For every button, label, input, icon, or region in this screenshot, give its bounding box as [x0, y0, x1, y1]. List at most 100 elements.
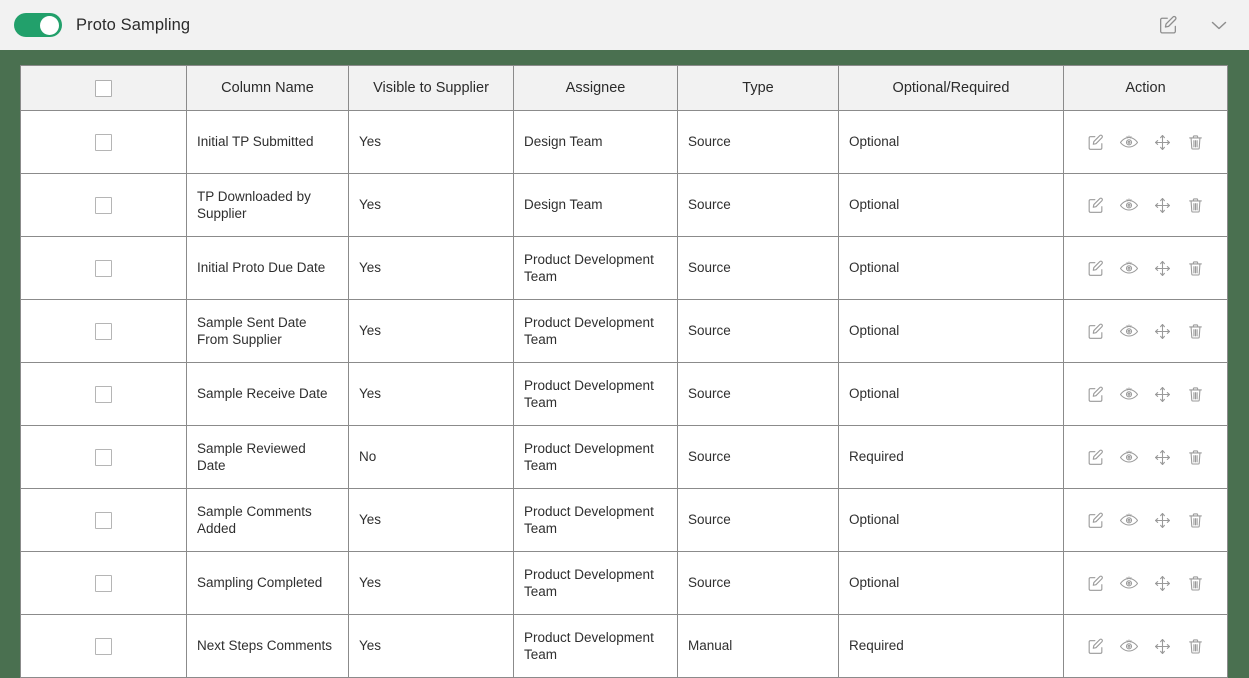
header-column-name[interactable]: Column Name — [186, 65, 349, 111]
eye-icon[interactable] — [1119, 258, 1139, 278]
table-row: Sample Reviewed Date No Product Developm… — [20, 425, 1228, 489]
cell-visible-to-supplier: Yes — [348, 362, 514, 426]
trash-icon[interactable] — [1186, 637, 1205, 656]
cell-type: Source — [677, 362, 839, 426]
table-row: Initial Proto Due Date Yes Product Devel… — [20, 236, 1228, 300]
cell-action — [1063, 488, 1228, 552]
row-select-cell — [20, 362, 187, 426]
eye-icon[interactable] — [1119, 510, 1139, 530]
trash-icon[interactable] — [1186, 511, 1205, 530]
move-icon[interactable] — [1153, 448, 1172, 467]
row-action-group — [1074, 258, 1217, 278]
edit-icon[interactable] — [1086, 448, 1105, 467]
chevron-down-icon[interactable] — [1207, 13, 1231, 37]
top-bar: Proto Sampling — [0, 0, 1249, 50]
edit-square-icon[interactable] — [1157, 14, 1179, 36]
edit-icon[interactable] — [1086, 133, 1105, 152]
row-select-cell — [20, 299, 187, 363]
select-all-checkbox[interactable] — [95, 79, 112, 97]
edit-icon[interactable] — [1086, 511, 1105, 530]
row-checkbox[interactable] — [95, 448, 112, 466]
table-row: Initial TP Submitted Yes Design Team Sou… — [20, 110, 1228, 174]
table-row: Sampling Completed Yes Product Developme… — [20, 551, 1228, 615]
eye-icon[interactable] — [1119, 132, 1139, 152]
row-action-group — [1074, 321, 1217, 341]
row-checkbox[interactable] — [95, 385, 112, 403]
cell-visible-to-supplier: Yes — [348, 173, 514, 237]
header-select-all — [20, 65, 187, 111]
row-checkbox[interactable] — [95, 637, 112, 655]
row-action-group — [1074, 573, 1217, 593]
row-checkbox[interactable] — [95, 511, 112, 529]
move-icon[interactable] — [1153, 322, 1172, 341]
cell-action — [1063, 551, 1228, 615]
cell-assignee: Product Development Team — [513, 614, 678, 678]
page-title: Proto Sampling — [76, 15, 191, 34]
cell-action — [1063, 614, 1228, 678]
cell-optional-required: Optional — [838, 362, 1064, 426]
row-action-group — [1074, 447, 1217, 467]
cell-action — [1063, 425, 1228, 489]
eye-icon[interactable] — [1119, 195, 1139, 215]
proto-sampling-toggle[interactable] — [14, 13, 62, 37]
header-visible-to-supplier[interactable]: Visible to Supplier — [348, 65, 514, 111]
eye-icon[interactable] — [1119, 636, 1139, 656]
trash-icon[interactable] — [1186, 133, 1205, 152]
eye-icon[interactable] — [1119, 321, 1139, 341]
edit-icon[interactable] — [1086, 385, 1105, 404]
row-action-group — [1074, 384, 1217, 404]
row-select-cell — [20, 173, 187, 237]
edit-icon[interactable] — [1086, 574, 1105, 593]
edit-icon[interactable] — [1086, 259, 1105, 278]
row-checkbox[interactable] — [95, 133, 112, 151]
table-head: Column Name Visible to Supplier Assignee… — [20, 65, 1228, 111]
header-assignee[interactable]: Assignee — [513, 65, 678, 111]
header-type[interactable]: Type — [677, 65, 839, 111]
header-optional-required[interactable]: Optional/Required — [838, 65, 1064, 111]
cell-type: Source — [677, 488, 839, 552]
cell-optional-required: Required — [838, 614, 1064, 678]
row-checkbox[interactable] — [95, 259, 112, 277]
trash-icon[interactable] — [1186, 385, 1205, 404]
table-row: Sample Receive Date Yes Product Developm… — [20, 362, 1228, 426]
header-action[interactable]: Action — [1063, 65, 1228, 111]
move-icon[interactable] — [1153, 196, 1172, 215]
move-icon[interactable] — [1153, 259, 1172, 278]
row-select-cell — [20, 425, 187, 489]
move-icon[interactable] — [1153, 511, 1172, 530]
edit-icon[interactable] — [1086, 322, 1105, 341]
eye-icon[interactable] — [1119, 573, 1139, 593]
top-bar-actions — [1157, 13, 1231, 37]
cell-optional-required: Optional — [838, 551, 1064, 615]
eye-icon[interactable] — [1119, 447, 1139, 467]
table-body: Initial TP Submitted Yes Design Team Sou… — [20, 110, 1228, 678]
trash-icon[interactable] — [1186, 448, 1205, 467]
move-icon[interactable] — [1153, 637, 1172, 656]
row-checkbox[interactable] — [95, 322, 112, 340]
cell-type: Source — [677, 236, 839, 300]
cell-assignee: Product Development Team — [513, 488, 678, 552]
row-checkbox[interactable] — [95, 574, 112, 592]
move-icon[interactable] — [1153, 574, 1172, 593]
trash-icon[interactable] — [1186, 574, 1205, 593]
edit-icon[interactable] — [1086, 637, 1105, 656]
cell-visible-to-supplier: Yes — [348, 488, 514, 552]
cell-visible-to-supplier: No — [348, 425, 514, 489]
row-action-group — [1074, 132, 1217, 152]
move-icon[interactable] — [1153, 385, 1172, 404]
cell-column-name: Sample Sent Date From Supplier — [186, 299, 349, 363]
trash-icon[interactable] — [1186, 259, 1205, 278]
trash-icon[interactable] — [1186, 322, 1205, 341]
edit-icon[interactable] — [1086, 196, 1105, 215]
cell-assignee: Design Team — [513, 173, 678, 237]
trash-icon[interactable] — [1186, 196, 1205, 215]
cell-assignee: Product Development Team — [513, 425, 678, 489]
eye-icon[interactable] — [1119, 384, 1139, 404]
table-frame: Column Name Visible to Supplier Assignee… — [0, 50, 1249, 678]
cell-action — [1063, 110, 1228, 174]
row-select-cell — [20, 488, 187, 552]
cell-column-name: Sample Receive Date — [186, 362, 349, 426]
row-checkbox[interactable] — [95, 196, 112, 214]
move-icon[interactable] — [1153, 133, 1172, 152]
cell-action — [1063, 236, 1228, 300]
